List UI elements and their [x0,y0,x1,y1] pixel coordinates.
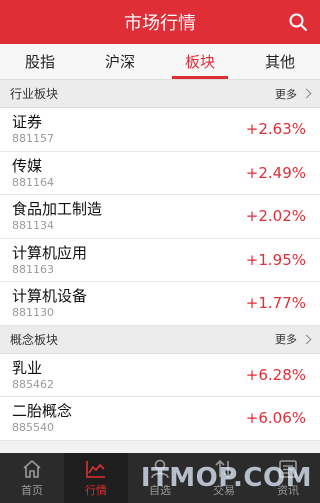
tab-label: 其他 [264,53,295,71]
sector-list: 行业板块 更多 证券 881157 +2.63% 传媒 881164 +2.49% … [0,80,320,453]
sector-code: 881130 [12,306,54,320]
tab-label: 沪深 [104,53,135,71]
tab-stock-index[interactable]: 股指 [0,44,80,79]
sector-name: 二胎概念 [12,402,73,421]
change-percent: +6.28% [245,365,306,384]
list-item[interactable]: 食品加工制造 881134 +2.02% [0,195,320,239]
change-percent: +2.02% [245,207,306,226]
section-title: 概念板块 [10,332,59,347]
sector-name: 食品加工制造 [12,200,103,219]
list-item[interactable]: 二胎概念 885540 +6.06% [0,397,320,441]
sector-code: 881134 [12,219,54,233]
section-header-industry: 行业板块 更多 [0,80,320,108]
list-item[interactable]: 乳业 885462 +6.28% [0,353,320,397]
tab-shanghai-shenzhen[interactable]: 沪深 [80,44,160,79]
change-percent: +2.63% [245,120,306,139]
sector-name: 传媒 [12,156,43,175]
list-item[interactable]: 计算机设备 881130 +1.77% [0,282,320,326]
section-title: 行业板块 [10,87,59,101]
change-percent: +2.49% [245,163,306,182]
sector-name: 计算机设备 [12,287,88,306]
page-title: 市场行情 [124,13,196,34]
tab-sectors[interactable]: 板块 [160,44,240,79]
tab-label: 板块 [184,53,215,71]
sector-code: 881157 [12,132,54,146]
sector-name: 乳业 [12,358,43,377]
more-label: 更多 [275,333,297,346]
sector-name: 证券 [12,113,43,132]
tab-other[interactable]: 其他 [240,44,320,79]
list-item[interactable]: 传媒 881164 +2.49% [0,151,320,195]
sector-code: 881163 [12,262,54,276]
watermark-logo: ITMOP.COM [140,463,312,493]
chart-icon [86,461,105,478]
change-percent: +1.95% [245,250,306,269]
list-item[interactable]: 证券 881157 +2.63% [0,108,320,152]
sector-code: 881164 [12,175,54,189]
more-label: 更多 [275,87,297,101]
more-button[interactable]: 更多 [275,86,312,102]
nav-home[interactable]: 首页 [0,453,64,503]
change-percent: +1.77% [245,294,306,313]
nav-label: 首页 [21,484,43,497]
tab-label: 股指 [24,53,55,71]
sector-code: 885462 [12,377,54,391]
chevron-right-icon [301,88,312,99]
change-percent: +6.06% [245,409,306,428]
nav-market[interactable]: 行情 [64,453,128,503]
search-icon[interactable] [288,12,308,32]
chevron-right-icon [301,334,312,344]
list-item[interactable]: 计算机应用 881163 +1.95% [0,238,320,282]
market-tabs: 股指 沪深 板块 其他 [0,44,320,80]
sector-name: 计算机应用 [12,243,88,262]
sector-code: 885540 [12,421,54,435]
more-button[interactable]: 更多 [275,331,312,347]
nav-label: 行情 [85,484,107,497]
section-header-concept: 概念板块 更多 [0,325,320,354]
app-header: 市场行情 [0,0,320,44]
home-icon [23,460,41,478]
